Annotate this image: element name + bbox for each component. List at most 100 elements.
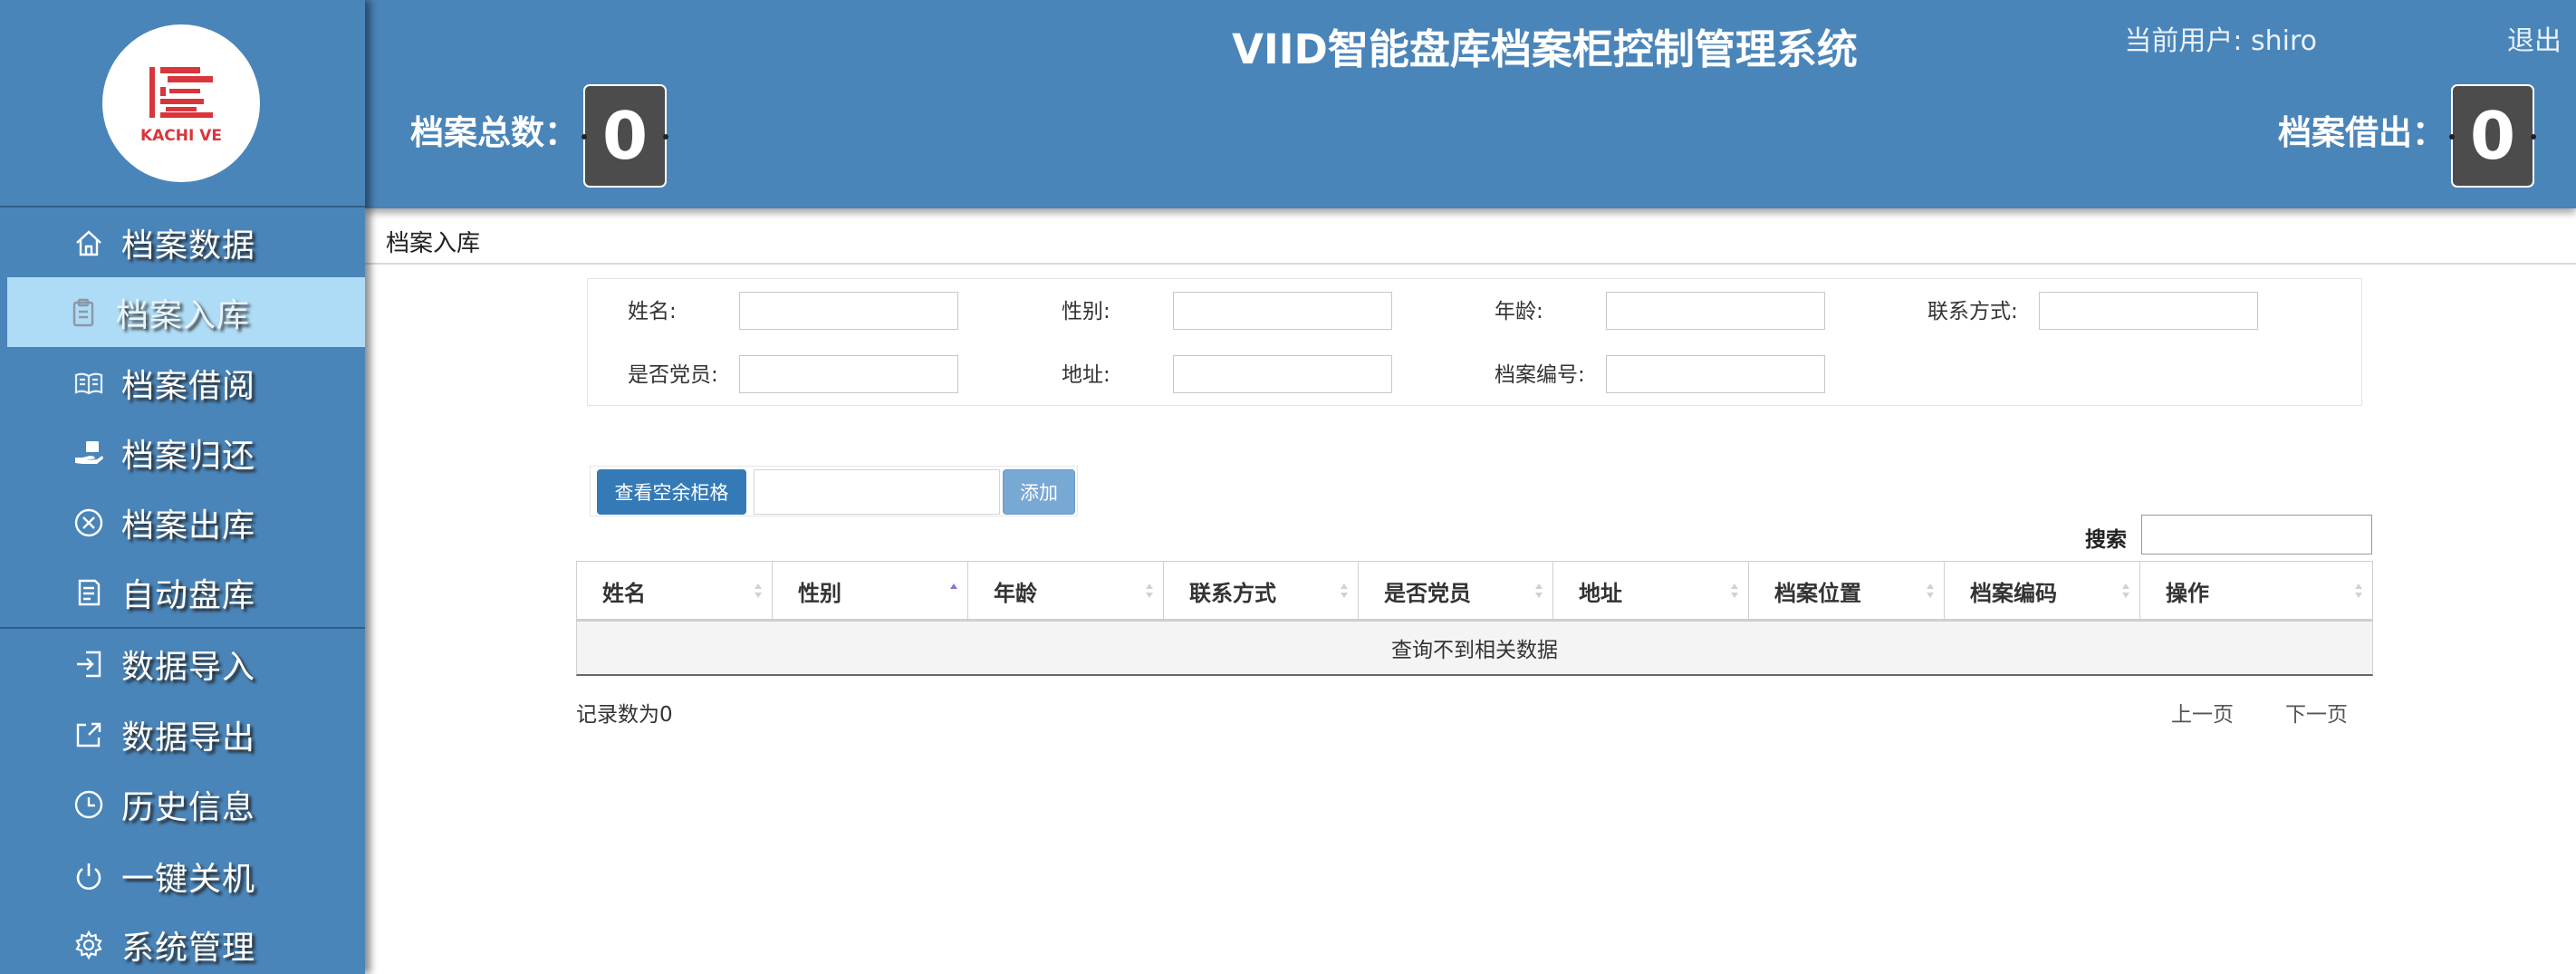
- column-header-party-member[interactable]: 是否党员: [1358, 562, 1552, 620]
- import-icon: [71, 646, 107, 682]
- sort-both-icon: [755, 583, 762, 598]
- record-count: 记录数为0: [576, 703, 673, 727]
- column-header-gender[interactable]: 性别: [772, 562, 967, 620]
- sidebar-item-data-export[interactable]: 数据导出: [7, 699, 365, 769]
- table-header: 姓名 性别 年龄 联系方式 是否党员 地址 档案位置 档案编码 操作: [576, 561, 2373, 622]
- sort-both-icon: [1731, 583, 1738, 598]
- sidebar-item-data-import[interactable]: 数据导入: [7, 629, 365, 699]
- prev-page-button[interactable]: 上一页: [2171, 697, 2234, 728]
- column-header-label: 年龄: [994, 580, 1037, 606]
- current-user: 当前用户: shiro: [2124, 25, 2317, 57]
- sidebar-item-label: 历史信息: [121, 788, 256, 826]
- clock-icon: [71, 786, 107, 823]
- sort-both-icon: [1341, 583, 1348, 598]
- party-member-input[interactable]: [739, 355, 958, 393]
- sidebar: KACHI VE 档案数据 档案入库 档案借阅 档案归还 档案出库 自动盘库 数…: [0, 0, 365, 974]
- column-header-label: 联系方式: [1189, 580, 1276, 606]
- sidebar-item-shutdown[interactable]: 一键关机: [7, 841, 365, 911]
- age-input[interactable]: [1606, 292, 1825, 330]
- clipboard-icon: [65, 294, 101, 331]
- sidebar-item-label: 档案借阅: [121, 367, 256, 405]
- sidebar-item-label: 一键关机: [121, 860, 256, 898]
- column-header-name[interactable]: 姓名: [576, 562, 772, 620]
- search-input[interactable]: [2141, 515, 2372, 555]
- gender-label: 性别:: [1062, 300, 1110, 323]
- contact-label: 联系方式:: [1927, 300, 2018, 323]
- column-header-archive-code[interactable]: 档案编码: [1944, 562, 2139, 620]
- borrowed-archives-label: 档案借出：: [2278, 113, 2446, 152]
- sidebar-item-archive-storage[interactable]: 档案入库: [7, 277, 365, 347]
- edit-list-icon: [71, 574, 107, 611]
- column-header-label: 地址: [1579, 580, 1622, 606]
- address-input[interactable]: [1173, 355, 1392, 393]
- next-page-button[interactable]: 下一页: [2285, 697, 2348, 728]
- open-book-icon: [71, 365, 107, 401]
- sidebar-item-archive-outbound[interactable]: 档案出库: [7, 487, 365, 557]
- name-label: 姓名:: [628, 300, 677, 323]
- sidebar-item-archive-return[interactable]: 档案归还: [7, 418, 365, 487]
- breadcrumb-divider: [365, 263, 2576, 265]
- logo-text: KACHI VE: [139, 127, 223, 145]
- sort-both-icon: [2122, 583, 2129, 598]
- sidebar-item-label: 数据导入: [121, 648, 256, 686]
- sort-both-icon: [2355, 583, 2362, 598]
- sort-both-icon: [1927, 583, 1934, 598]
- archive-table: 姓名 性别 年龄 联系方式 是否党员 地址 档案位置 档案编码 操作 查询不到相…: [576, 561, 2373, 676]
- address-label: 地址:: [1062, 363, 1110, 387]
- power-icon: [71, 858, 107, 894]
- sidebar-item-history[interactable]: 历史信息: [7, 769, 365, 839]
- home-icon: [71, 225, 107, 261]
- sort-asc-icon: [950, 583, 957, 589]
- sidebar-item-label: 档案入库: [116, 296, 251, 334]
- column-header-archive-location[interactable]: 档案位置: [1748, 562, 1944, 620]
- circle-x-icon: [71, 505, 107, 541]
- app-root: KACHI VE 档案数据 档案入库 档案借阅 档案归还 档案出库 自动盘库 数…: [0, 0, 2576, 974]
- column-header-label: 档案位置: [1774, 580, 1861, 606]
- sidebar-item-auto-inventory[interactable]: 自动盘库: [7, 557, 365, 627]
- slot-input[interactable]: [754, 469, 1000, 515]
- view-empty-slots-button[interactable]: 查看空余柜格: [597, 469, 746, 515]
- column-header-label: 是否党员: [1384, 580, 1471, 606]
- sidebar-item-label: 档案归还: [121, 437, 256, 475]
- app-title-text: VIID智能盘库档案柜控制管理系统: [1232, 25, 1858, 73]
- sidebar-item-label: 自动盘库: [121, 576, 256, 614]
- age-label: 年龄:: [1495, 300, 1543, 323]
- sidebar-item-system-admin[interactable]: 系统管理: [7, 910, 365, 974]
- search-label: 搜索: [2085, 528, 2127, 552]
- contact-input[interactable]: [2039, 292, 2258, 330]
- hand-return-icon: [71, 435, 107, 471]
- sidebar-item-label: 系统管理: [121, 929, 256, 967]
- logo: KACHI VE: [102, 24, 260, 182]
- column-header-age[interactable]: 年龄: [967, 562, 1163, 620]
- column-header-actions[interactable]: 操作: [2139, 562, 2373, 620]
- kachive-logo-icon: [149, 67, 213, 118]
- table-empty-row: 查询不到相关数据: [576, 622, 2373, 676]
- column-header-address[interactable]: 地址: [1552, 562, 1748, 620]
- sidebar-item-label: 档案出库: [121, 506, 256, 545]
- column-header-label: 档案编码: [1970, 580, 2057, 606]
- gender-input[interactable]: [1173, 292, 1392, 330]
- borrowed-archives-counter: 0: [2449, 84, 2536, 188]
- name-input[interactable]: [739, 292, 958, 330]
- sidebar-item-label: 数据导出: [121, 718, 256, 757]
- column-header-contact[interactable]: 联系方式: [1163, 562, 1358, 620]
- party-member-label: 是否党员:: [628, 363, 718, 387]
- export-icon: [71, 717, 107, 753]
- sort-both-icon: [1146, 583, 1153, 598]
- archive-number-input[interactable]: [1606, 355, 1825, 393]
- column-header-label: 操作: [2166, 580, 2209, 606]
- sidebar-item-archive-data[interactable]: 档案数据: [7, 207, 365, 277]
- sort-both-icon: [1535, 583, 1543, 598]
- archive-number-label: 档案编号:: [1495, 363, 1585, 387]
- gear-icon: [71, 927, 107, 963]
- logout-link[interactable]: 退出: [2507, 18, 2562, 58]
- sidebar-item-archive-borrow[interactable]: 档案借阅: [7, 348, 365, 418]
- column-header-label: 姓名: [602, 580, 646, 606]
- total-archives-label: 档案总数：: [410, 113, 578, 152]
- sidebar-item-label: 档案数据: [121, 227, 256, 265]
- breadcrumb: 档案入库: [386, 230, 481, 257]
- header: VIID智能盘库档案柜控制管理系统 当前用户: shiro 退出 档案总数： 0…: [365, 0, 2576, 208]
- add-button[interactable]: 添加: [1003, 469, 1075, 515]
- total-archives-counter: 0: [582, 84, 668, 188]
- column-header-label: 性别: [798, 580, 841, 606]
